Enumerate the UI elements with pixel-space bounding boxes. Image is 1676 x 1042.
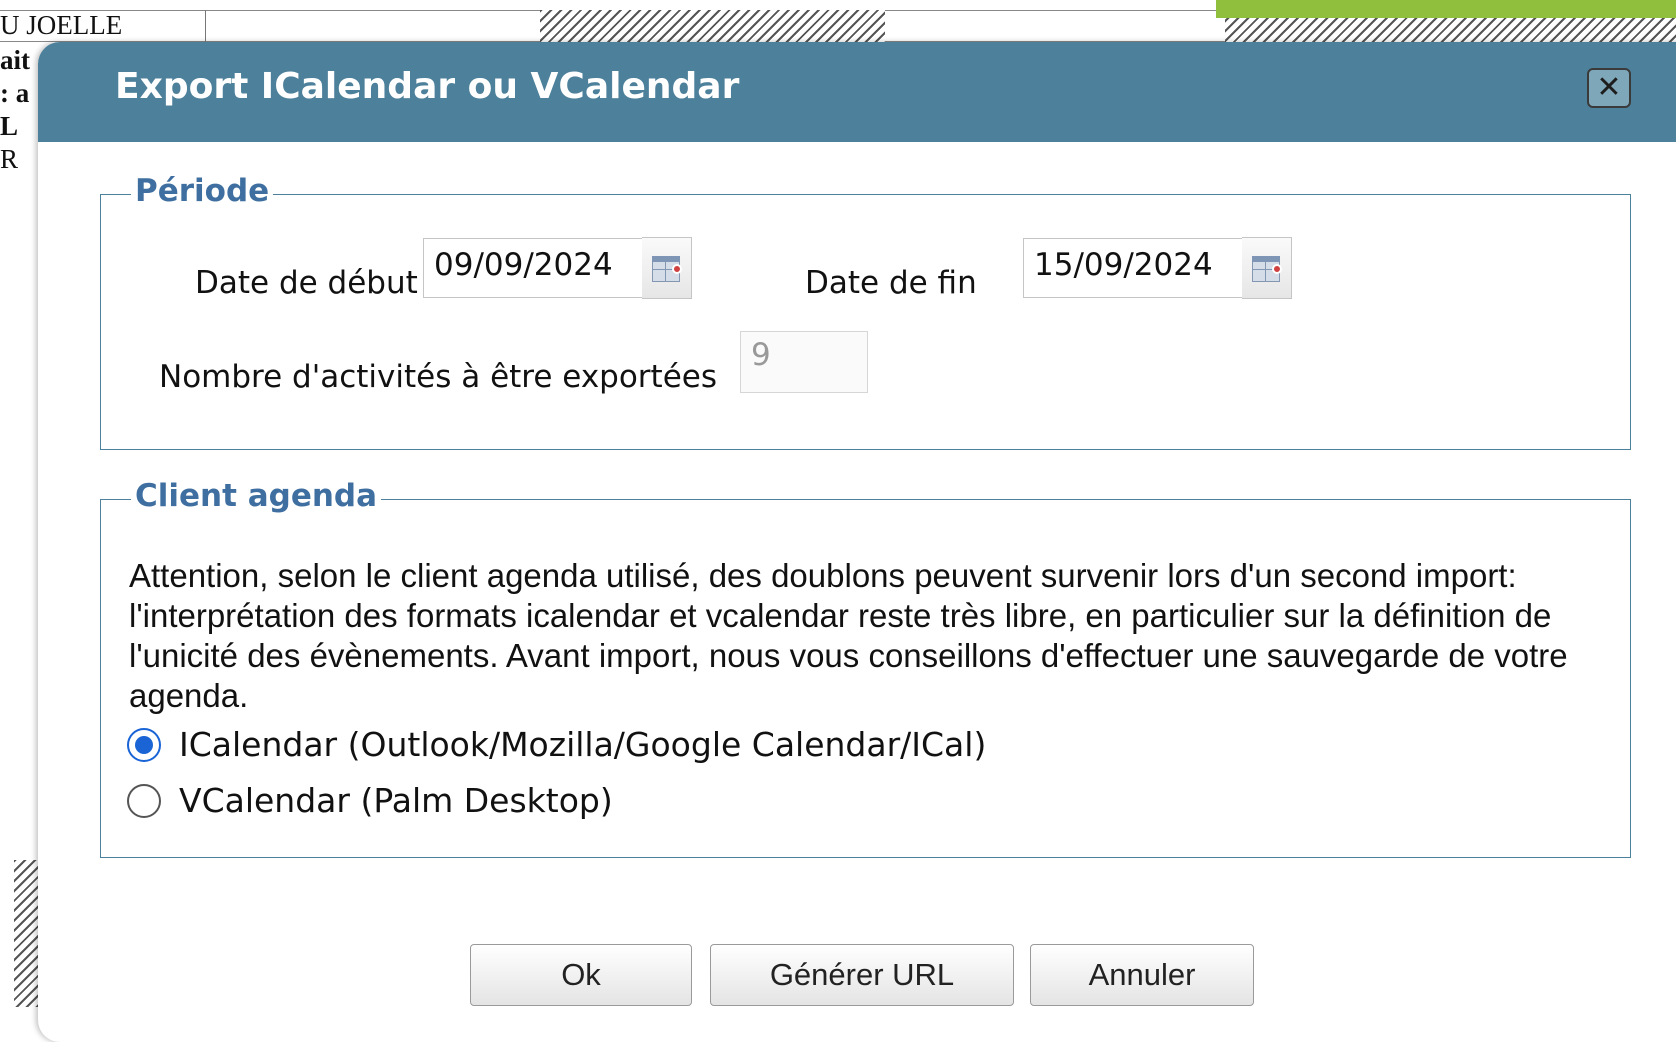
generate-url-button[interactable]: Générer URL <box>710 944 1014 1006</box>
warning-notice: Attention, selon le client agenda utilis… <box>129 557 1568 714</box>
dialog-titlebar: Export ICalendar ou VCalendar ✕ <box>38 42 1676 142</box>
calendar-icon <box>1251 254 1282 282</box>
calendar-icon <box>651 254 682 282</box>
client-agenda-group: Client agenda Attention, selon le client… <box>100 478 1631 858</box>
activity-count-field: 9 <box>740 331 868 393</box>
background-text-line: ait <box>0 45 30 75</box>
vcalendar-option[interactable]: VCalendar (Palm Desktop) <box>127 781 613 820</box>
dialog-title: Export ICalendar ou VCalendar <box>115 66 740 107</box>
vcalendar-radio[interactable] <box>127 783 161 818</box>
periode-group: Période Date de début 09/09/2024 Date de… <box>100 173 1631 450</box>
activity-count-label: Nombre d'activités à être exportées <box>159 359 717 395</box>
end-date-input[interactable]: 15/09/2024 <box>1023 238 1243 298</box>
client-agenda-legend: Client agenda <box>131 478 382 514</box>
background-hatch <box>540 10 885 42</box>
start-date-label: Date de début <box>195 265 418 301</box>
icalendar-option[interactable]: ICalendar (Outlook/Mozilla/Google Calend… <box>127 725 986 764</box>
close-button[interactable]: ✕ <box>1587 68 1631 108</box>
end-date-picker-button[interactable] <box>1242 237 1292 299</box>
start-date-input[interactable]: 09/09/2024 <box>423 238 643 298</box>
periode-legend: Période <box>131 173 274 209</box>
background-text-line: L <box>0 111 19 141</box>
background-text-line: : a <box>0 78 30 108</box>
background-name-cell: U JOELLE <box>0 10 206 44</box>
background-text-line: R <box>0 144 19 174</box>
close-icon: ✕ <box>1596 70 1622 105</box>
vcalendar-label: VCalendar (Palm Desktop) <box>179 781 613 820</box>
ok-button[interactable]: Ok <box>470 944 692 1006</box>
background-side-text: ait : a L R <box>0 44 40 176</box>
export-dialog: Export ICalendar ou VCalendar ✕ Période … <box>38 42 1676 1042</box>
end-date-label: Date de fin <box>805 265 977 301</box>
cancel-button[interactable]: Annuler <box>1030 944 1254 1006</box>
icalendar-radio[interactable] <box>127 727 161 762</box>
icalendar-label: ICalendar (Outlook/Mozilla/Google Calend… <box>179 725 987 764</box>
background-decoration <box>1216 0 1676 18</box>
start-date-picker-button[interactable] <box>642 237 692 299</box>
